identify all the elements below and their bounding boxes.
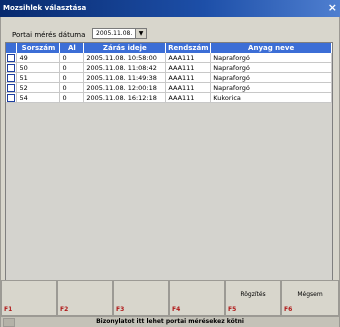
close-icon[interactable]: ×: [328, 1, 337, 14]
selection-grid: Sorszám Al Zárás ideje Rendszám Anyag ne…: [5, 42, 333, 288]
f3-button[interactable]: F3: [113, 280, 169, 316]
status-message: Bizonylatot itt lehet portai mérésekez k…: [96, 318, 244, 325]
cell-zaras-ideje: 2005.11.08. 11:49:38: [83, 72, 167, 83]
cell-rendszam: AAA111: [165, 62, 212, 73]
function-key-bar: F1 F2 F3 F4 Rögzítés F5 Mégsem F6: [1, 280, 339, 316]
row-checkbox[interactable]: [7, 53, 16, 62]
cell-rendszam: AAA111: [165, 92, 212, 103]
row-checkbox[interactable]: [7, 93, 16, 102]
row-checkbox-cell[interactable]: [6, 72, 18, 83]
date-label: Portai mérés dátuma: [12, 31, 86, 39]
f4-key: F4: [172, 306, 181, 313]
f1-button[interactable]: F1: [1, 280, 57, 316]
table-row[interactable]: 52 0 2005.11.08. 12:00:18 AAA111 Naprafo…: [6, 82, 332, 93]
row-checkbox[interactable]: [7, 63, 16, 72]
status-bar: Bizonylatot itt lehet portai mérésekez k…: [1, 316, 339, 327]
cell-sorszam: 50: [16, 62, 61, 73]
save-button[interactable]: Rögzítés F5: [225, 280, 281, 316]
measurements-table: Sorszám Al Zárás ideje Rendszám Anyag ne…: [6, 43, 332, 103]
f6-key: F6: [284, 306, 293, 313]
date-value: 2005.11.08.: [96, 30, 133, 37]
cell-al: 0: [59, 72, 85, 83]
column-header-anyag-neve[interactable]: Anyag neve: [210, 43, 332, 53]
cell-anyag-neve: Kukorica: [210, 92, 332, 103]
table-row[interactable]: 51 0 2005.11.08. 11:49:38 AAA111 Naprafo…: [6, 72, 332, 83]
table-header-row: Sorszám Al Zárás ideje Rendszám Anyag ne…: [6, 43, 332, 53]
cell-rendszam: AAA111: [165, 72, 212, 83]
cancel-label: Mégsem: [297, 291, 323, 298]
cell-zaras-ideje: 2005.11.08. 16:12:18: [83, 92, 167, 103]
table-row[interactable]: 49 0 2005.11.08. 10:58:00 AAA111 Naprafo…: [6, 53, 332, 63]
row-checkbox-cell[interactable]: [6, 92, 18, 103]
cell-zaras-ideje: 2005.11.08. 10:58:00: [83, 53, 167, 63]
f1-key: F1: [4, 306, 13, 313]
row-checkbox-cell[interactable]: [6, 53, 18, 63]
cell-al: 0: [59, 92, 85, 103]
cell-sorszam: 52: [16, 82, 61, 93]
table-row[interactable]: 50 0 2005.11.08. 11:08:42 AAA111 Naprafo…: [6, 62, 332, 73]
column-header-zaras-ideje[interactable]: Zárás ideje: [83, 43, 167, 53]
column-header-check: [6, 43, 18, 53]
f3-key: F3: [116, 306, 125, 313]
f4-button[interactable]: F4: [169, 280, 225, 316]
cell-rendszam: AAA111: [165, 53, 212, 63]
row-checkbox-cell[interactable]: [6, 62, 18, 73]
row-checkbox-cell[interactable]: [6, 82, 18, 93]
row-checkbox[interactable]: [7, 73, 16, 82]
cell-zaras-ideje: 2005.11.08. 12:00:18: [83, 82, 167, 93]
f5-key: F5: [228, 306, 237, 313]
cell-zaras-ideje: 2005.11.08. 11:08:42: [83, 62, 167, 73]
row-checkbox[interactable]: [7, 83, 16, 92]
cell-rendszam: AAA111: [165, 82, 212, 93]
table-row[interactable]: 54 0 2005.11.08. 16:12:18 AAA111 Kukoric…: [6, 92, 332, 103]
title-bar: Mozsihlek választása ×: [0, 0, 340, 17]
save-label: Rögzítés: [240, 291, 266, 298]
cell-sorszam: 51: [16, 72, 61, 83]
f2-button[interactable]: F2: [57, 280, 113, 316]
cell-al: 0: [59, 62, 85, 73]
f2-key: F2: [60, 306, 69, 313]
cell-anyag-neve: Napraforgó: [210, 53, 332, 63]
cell-al: 0: [59, 53, 85, 63]
column-header-al[interactable]: Al: [59, 43, 85, 53]
chevron-down-icon[interactable]: ▼: [135, 29, 146, 38]
window-title: Mozsihlek választása: [3, 4, 87, 12]
column-header-sorszam[interactable]: Sorszám: [16, 43, 61, 53]
dialog-window: Portai mérés dátuma 2005.11.08. ▼ Sorszá…: [0, 17, 340, 327]
cell-sorszam: 49: [16, 53, 61, 63]
cell-al: 0: [59, 82, 85, 93]
date-combo[interactable]: 2005.11.08. ▼: [92, 28, 147, 39]
cell-anyag-neve: Napraforgó: [210, 82, 332, 93]
cell-anyag-neve: Napraforgó: [210, 72, 332, 83]
column-header-rendszam[interactable]: Rendszám: [165, 43, 212, 53]
cancel-button[interactable]: Mégsem F6: [281, 280, 339, 316]
cell-anyag-neve: Napraforgó: [210, 62, 332, 73]
cell-sorszam: 54: [16, 92, 61, 103]
